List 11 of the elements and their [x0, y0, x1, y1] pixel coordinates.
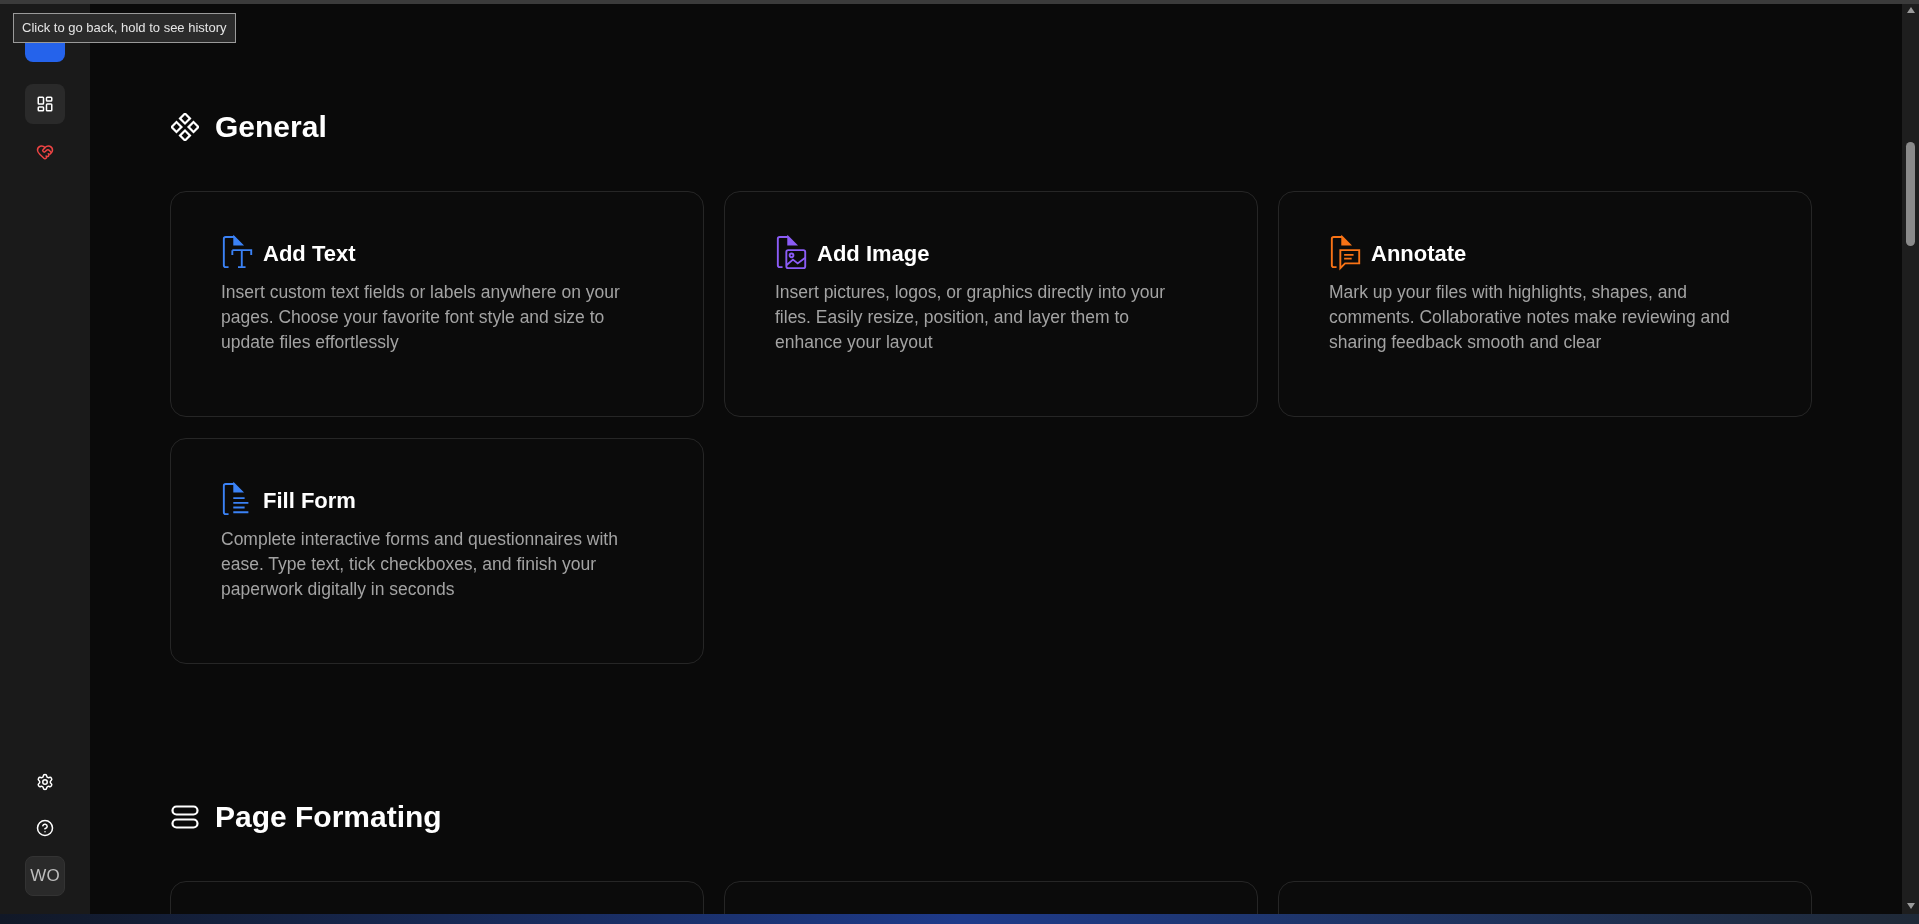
card-description: Complete interactive forms and questionnaires with ease. Type text, tick checkboxes, and finish your paperwork digitally in seconds	[221, 528, 619, 601]
tooltip: Click to go back, hold to see history	[13, 13, 236, 43]
card-description: Mark up your files with highlights, shapes, and comments. Collaborative notes make reviewing and sharing feedback smooth and clear	[1329, 281, 1731, 354]
card-description: Insert pictures, logos, or graphics directly into your files. Easily resize, position, and layer them to enhance your layout	[775, 281, 1167, 354]
card-title: Fill Form	[263, 486, 356, 515]
card-title: Annotate	[1371, 239, 1467, 268]
section-title: Page Formating	[215, 799, 442, 835]
card-description: Insert custom text fields or labels anywhere on your pages. Choose your favorite font style and size to update files effortlessly	[221, 281, 621, 354]
section-title: General	[215, 109, 327, 145]
card-title: Add Image	[817, 239, 930, 268]
card-title: Add Text	[263, 239, 356, 268]
